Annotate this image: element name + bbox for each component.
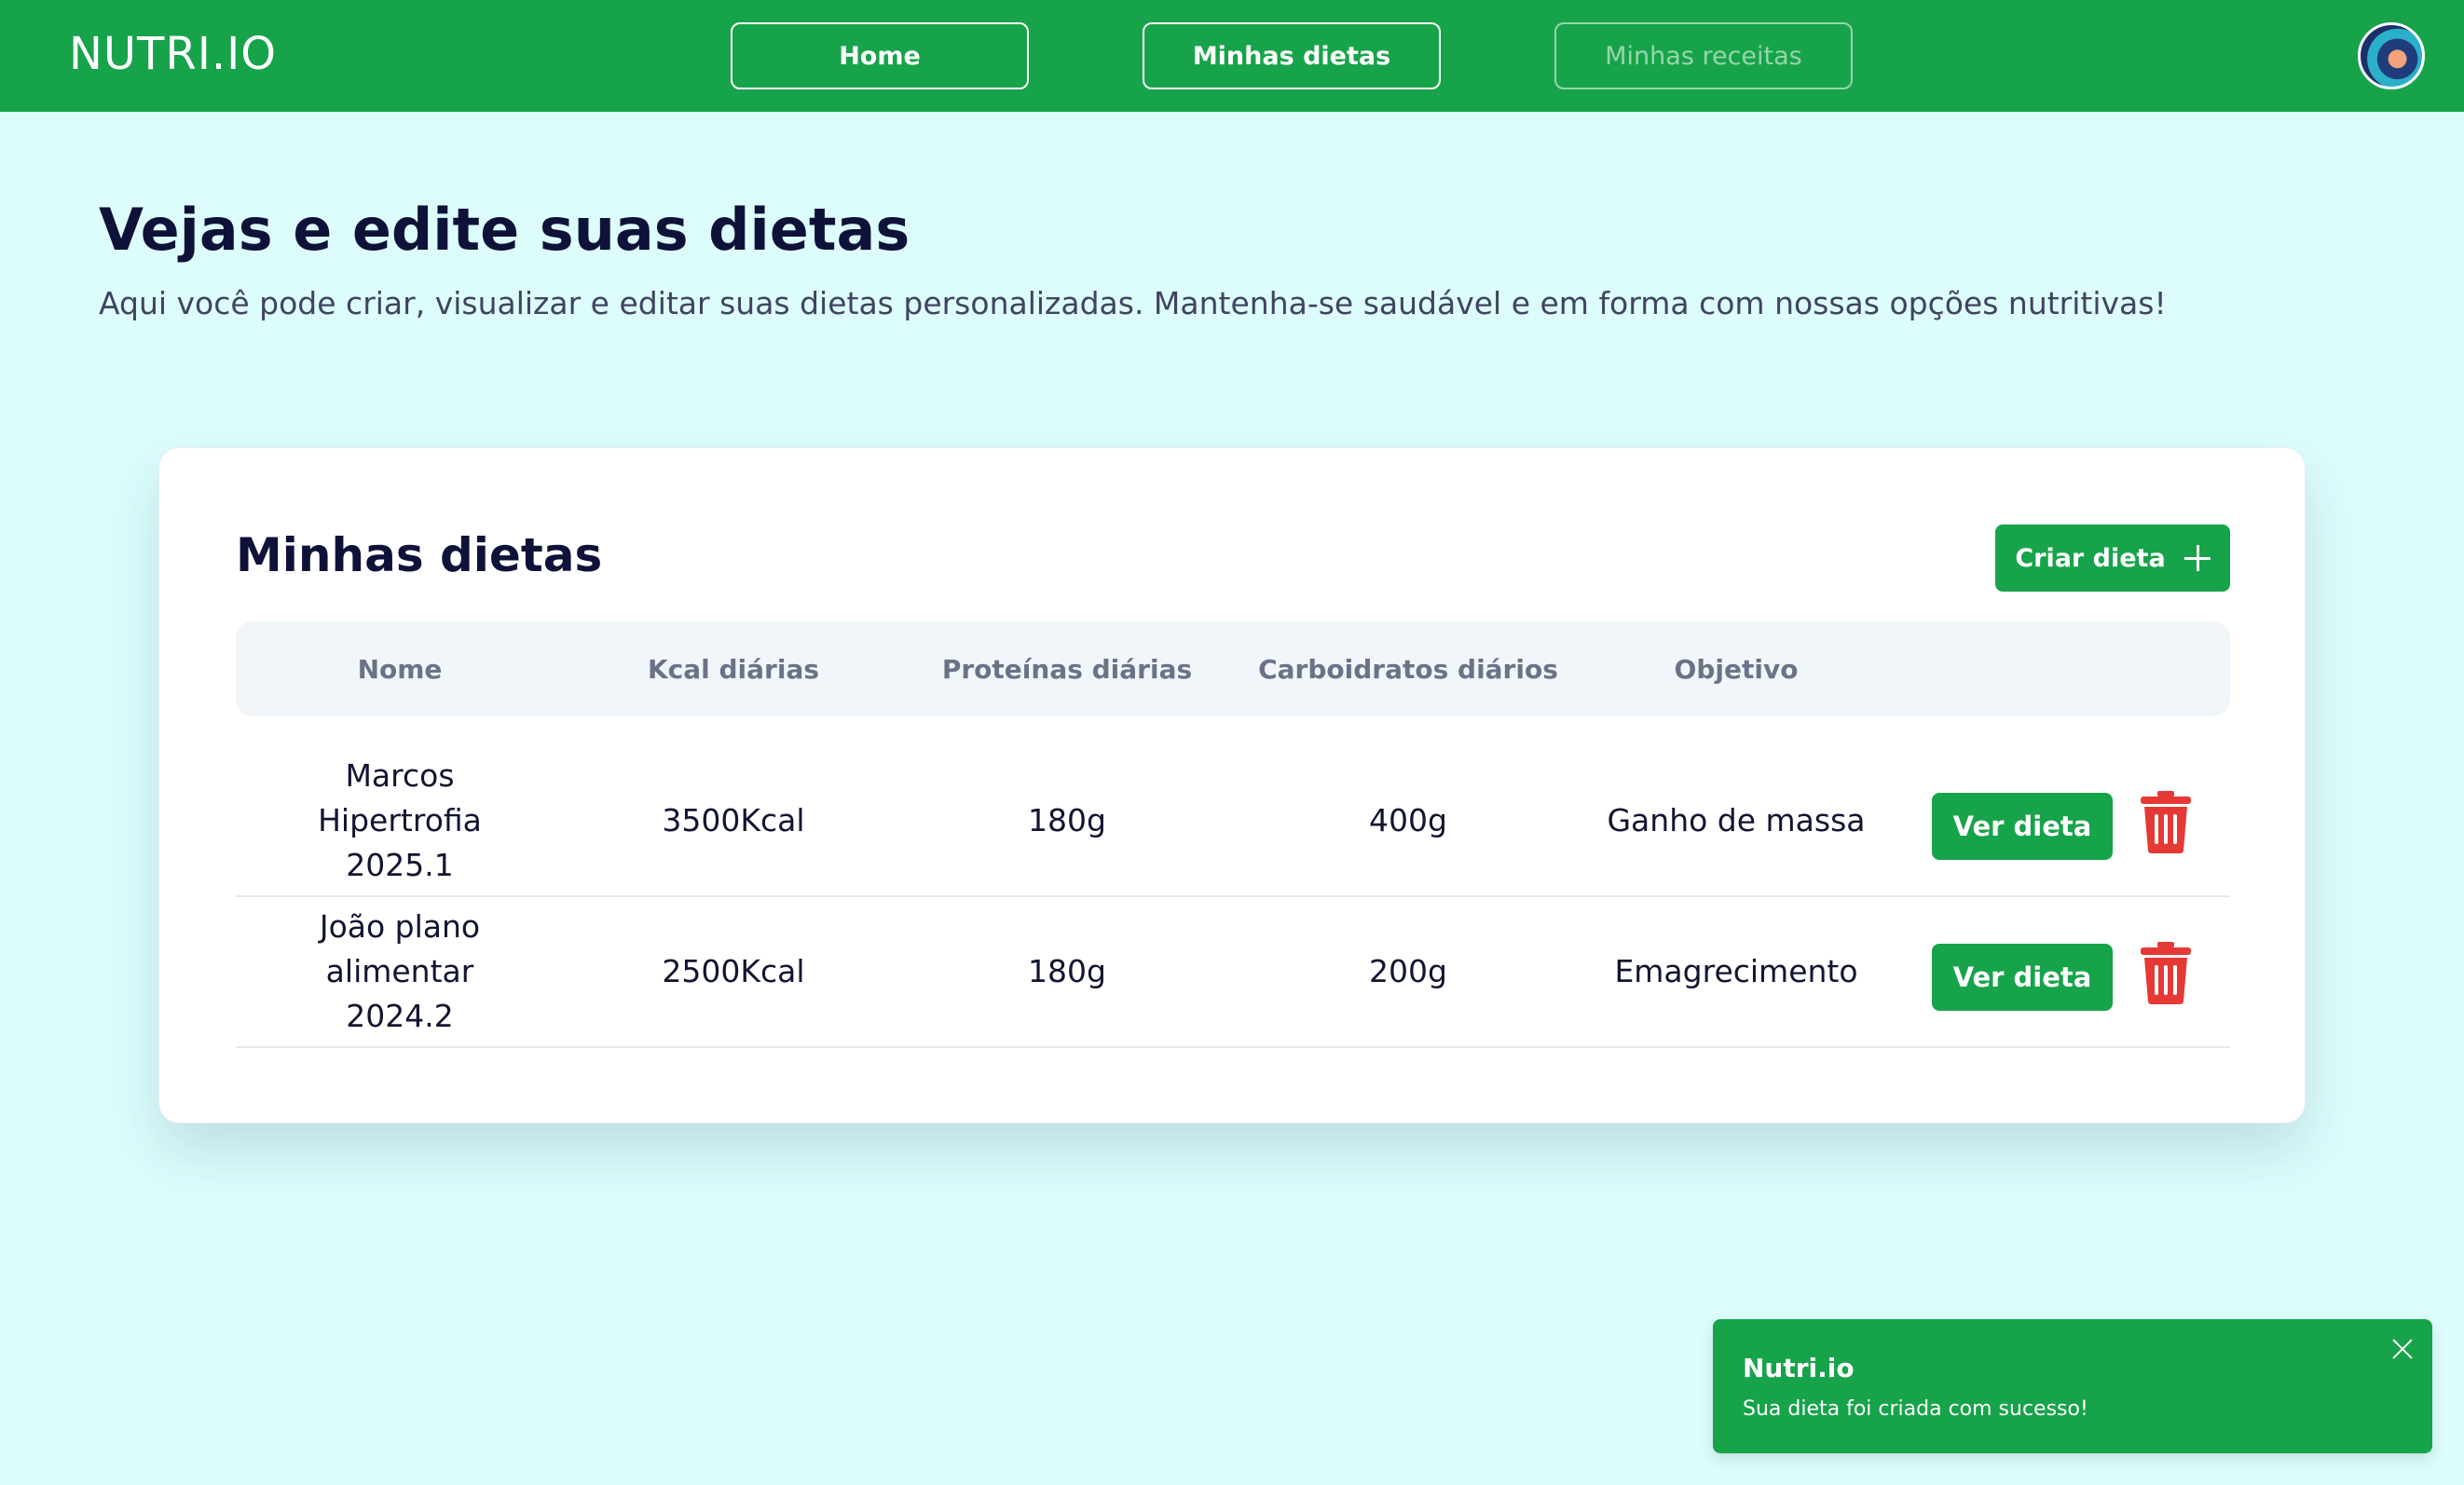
cell-kcal: 3500Kcal [662,802,805,838]
table-row: João plano alimentar 2024.2 2500Kcal 180… [236,897,2230,1048]
plus-icon [2183,545,2211,571]
view-diet-button[interactable]: Ver dieta [1932,793,2113,860]
cell-carbs: 400g [1369,802,1447,838]
create-diet-button[interactable]: Criar dieta [1995,525,2230,592]
column-header-nome: Nome [357,653,443,685]
cell-name: João plano alimentar 2024.2 [319,908,481,1034]
nav-home-button[interactable]: Home [731,22,1029,89]
card-title: Minhas dietas [236,528,603,582]
cell-kcal: 2500Kcal [662,953,805,989]
success-toast: Nutri.io Sua dieta foi criada com sucess… [1713,1319,2432,1453]
trash-icon[interactable] [2139,940,2193,1005]
brand-logo[interactable]: NUTRI.IO [69,28,277,80]
cell-protein: 180g [1028,953,1106,989]
column-header-objetivo: Objetivo [1674,653,1799,685]
table-row: Marcos Hipertrofia 2025.1 3500Kcal 180g … [236,746,2230,897]
close-icon[interactable] [2391,1338,2414,1360]
cell-carbs: 200g [1369,953,1447,989]
cell-goal: Emagrecimento [1614,953,1858,989]
diets-card: Minhas dietas Criar dieta Nome Kcal diár… [158,447,2306,1124]
toast-message: Sua dieta foi criada com sucesso! [1743,1397,2088,1421]
nav-minhas-receitas-button[interactable]: Minhas receitas [1554,22,1853,89]
cell-name: Marcos Hipertrofia 2025.1 [318,757,482,883]
page-title: Vejas e edite suas dietas [99,196,910,264]
nav-minhas-dietas-button[interactable]: Minhas dietas [1143,22,1441,89]
toast-title: Nutri.io [1743,1353,1855,1383]
cell-protein: 180g [1028,802,1106,838]
view-diet-button[interactable]: Ver dieta [1932,944,2113,1011]
top-navbar: NUTRI.IO Home Minhas dietas Minhas recei… [0,0,2464,112]
user-avatar[interactable] [2358,22,2425,89]
page-subtitle: Aqui você pode criar, visualizar e edita… [99,285,2167,321]
create-diet-label: Criar dieta [2015,543,2166,573]
column-header-carboidratos: Carboidratos diários [1258,653,1558,685]
column-header-kcal: Kcal diárias [647,653,820,685]
trash-icon[interactable] [2139,789,2193,854]
column-header-proteinas: Proteínas diárias [941,653,1193,685]
table-header: Nome Kcal diárias Proteínas diárias Carb… [236,621,2230,716]
cell-goal: Ganho de massa [1607,802,1866,838]
